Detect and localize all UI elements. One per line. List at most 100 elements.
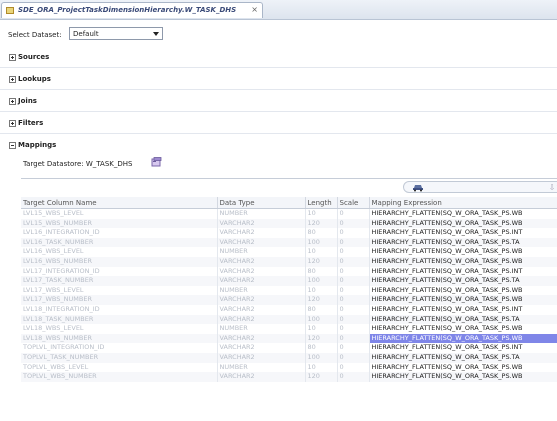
table-row[interactable]: TOPLVL_WBS_LEVEL NUMBER 10 0 HIERARCHY_FLATT… (21, 362, 557, 373)
target-column-name-cell[interactable]: LVL17_WBS_NUMBER (21, 295, 218, 305)
length-cell[interactable]: 100 (305, 352, 338, 363)
scale-cell[interactable]: 0 (337, 228, 370, 238)
data-type-cell[interactable]: NUMBER (217, 285, 306, 296)
close-icon[interactable]: × (251, 5, 258, 14)
mapping-expression-cell[interactable]: HIERARCHY_FLATTEN(SQ_W_ORA_TASK_PS.WB (369, 295, 557, 305)
scale-cell[interactable]: 0 (337, 372, 370, 382)
mapping-expression-cell[interactable]: HIERARCHY_FLATTEN(SQ_W_ORA_TASK_PS.TA (369, 276, 557, 286)
target-column-name-cell[interactable]: LVL15_WBS_NUMBER (21, 218, 218, 229)
move-arrows-icon[interactable]: ⇩⇧ (549, 183, 557, 192)
scale-cell[interactable]: 0 (337, 266, 370, 277)
table-row[interactable]: LVL16_TASK_NUMBER VARCHAR2 100 0 HIERARCHY_F… (21, 237, 557, 248)
length-cell[interactable]: 10 (305, 247, 338, 257)
editor-tab[interactable]: SDE_ORA_ProjectTaskDimensionHierarchy.W_… (1, 2, 263, 18)
column-header-mapping-expression[interactable]: Mapping Expression (369, 197, 557, 209)
scale-cell[interactable]: 0 (337, 256, 370, 267)
scale-cell[interactable]: 0 (337, 237, 370, 248)
scale-cell[interactable]: 0 (337, 324, 370, 334)
car-icon[interactable] (412, 183, 424, 192)
length-cell[interactable]: 120 (305, 333, 338, 344)
data-type-cell[interactable]: VARCHAR2 (217, 237, 306, 248)
length-cell[interactable]: 80 (305, 343, 338, 353)
data-type-cell[interactable]: VARCHAR2 (217, 276, 306, 286)
table-row[interactable]: LVL17_WBS_LEVEL NUMBER 10 0 HIERARCHY_FLATTE… (21, 285, 557, 296)
column-header-length[interactable]: Length (305, 197, 338, 209)
target-column-name-cell[interactable]: LVL18_TASK_NUMBER (21, 314, 218, 325)
scale-cell[interactable]: 0 (337, 285, 370, 296)
scale-cell[interactable]: 0 (337, 295, 370, 305)
target-column-name-cell[interactable]: LVL17_TASK_NUMBER (21, 276, 218, 286)
length-cell[interactable]: 120 (305, 256, 338, 267)
mapping-expression-cell[interactable]: HIERARCHY_FLATTEN(SQ_W_ORA_TASK_PS.WB (369, 333, 557, 344)
length-cell[interactable]: 120 (305, 295, 338, 305)
length-cell[interactable]: 10 (305, 285, 338, 296)
target-column-name-cell[interactable]: LVL16_INTEGRATION_ID (21, 228, 218, 238)
table-row[interactable]: LVL18_WBS_NUMBER VARCHAR2 120 0 HIERARCHY_FL… (21, 333, 557, 344)
length-cell[interactable]: 80 (305, 228, 338, 238)
column-header-target-column-name[interactable]: Target Column Name (21, 197, 218, 209)
table-row[interactable]: TOPLVL_INTEGRATION_ID VARCHAR2 80 0 HIERARCH… (21, 343, 557, 353)
target-column-name-cell[interactable]: LVL16_WBS_NUMBER (21, 256, 218, 267)
scale-cell[interactable]: 0 (337, 304, 370, 315)
length-cell[interactable]: 80 (305, 304, 338, 315)
mapping-expression-cell[interactable]: HIERARCHY_FLATTEN(SQ_W_ORA_TASK_PS.INT (369, 266, 557, 277)
table-row[interactable]: LVL18_TASK_NUMBER VARCHAR2 100 0 HIERARCHY_F… (21, 314, 557, 325)
data-type-cell[interactable]: VARCHAR2 (217, 256, 306, 267)
length-cell[interactable]: 10 (305, 208, 338, 219)
target-column-name-cell[interactable]: LVL18_INTEGRATION_ID (21, 304, 218, 315)
target-column-name-cell[interactable]: LVL16_TASK_NUMBER (21, 237, 218, 248)
target-column-name-cell[interactable]: LVL17_WBS_LEVEL (21, 285, 218, 296)
scale-cell[interactable]: 0 (337, 208, 370, 219)
table-row[interactable]: LVL17_INTEGRATION_ID VARCHAR2 80 0 HIERARCHY… (21, 266, 557, 277)
mapping-expression-cell[interactable]: HIERARCHY_FLATTEN(SQ_W_ORA_TASK_PS.WB (369, 362, 557, 373)
data-type-cell[interactable]: VARCHAR2 (217, 295, 306, 305)
expand-icon[interactable] (9, 76, 16, 83)
mapping-expression-cell[interactable]: HIERARCHY_FLATTEN(SQ_W_ORA_TASK_PS.WB (369, 256, 557, 267)
data-type-cell[interactable]: VARCHAR2 (217, 304, 306, 315)
table-row[interactable]: LVL16_INTEGRATION_ID VARCHAR2 80 0 HIERARCHY… (21, 228, 557, 238)
data-type-cell[interactable]: VARCHAR2 (217, 343, 306, 353)
scale-cell[interactable]: 0 (337, 352, 370, 363)
scale-cell[interactable]: 0 (337, 314, 370, 325)
table-row[interactable]: TOPLVL_WBS_NUMBER VARCHAR2 120 0 HIERARCHY_F… (21, 372, 557, 382)
data-type-cell[interactable]: VARCHAR2 (217, 333, 306, 344)
data-type-cell[interactable]: VARCHAR2 (217, 372, 306, 382)
mapping-expression-cell[interactable]: HIERARCHY_FLATTEN(SQ_W_ORA_TASK_PS.TA (369, 352, 557, 363)
table-row[interactable]: LVL16_WBS_NUMBER VARCHAR2 120 0 HIERARCHY_FL… (21, 256, 557, 267)
data-type-cell[interactable]: NUMBER (217, 208, 306, 219)
length-cell[interactable]: 120 (305, 372, 338, 382)
length-cell[interactable]: 10 (305, 324, 338, 334)
column-header-scale[interactable]: Scale (337, 197, 370, 209)
target-column-name-cell[interactable]: TOPLVL_TASK_NUMBER (21, 352, 218, 363)
table-row[interactable]: LVL17_WBS_NUMBER VARCHAR2 120 0 HIERARCHY_FL… (21, 295, 557, 305)
data-type-cell[interactable]: VARCHAR2 (217, 218, 306, 229)
expand-icon[interactable] (9, 54, 16, 61)
data-type-cell[interactable]: VARCHAR2 (217, 352, 306, 363)
table-row[interactable]: LVL16_WBS_LEVEL NUMBER 10 0 HIERARCHY_FLATTE… (21, 247, 557, 257)
mapping-expression-cell[interactable]: HIERARCHY_FLATTEN(SQ_W_ORA_TASK_PS.INT (369, 304, 557, 315)
scale-cell[interactable]: 0 (337, 362, 370, 373)
scale-cell[interactable]: 0 (337, 218, 370, 229)
table-row[interactable]: LVL17_TASK_NUMBER VARCHAR2 100 0 HIERARCHY_F… (21, 276, 557, 286)
length-cell[interactable]: 10 (305, 362, 338, 373)
data-type-cell[interactable]: VARCHAR2 (217, 266, 306, 277)
mapping-expression-cell[interactable]: HIERARCHY_FLATTEN(SQ_W_ORA_TASK_PS.WB (369, 208, 557, 219)
datastore-icon[interactable] (151, 157, 162, 168)
scale-cell[interactable]: 0 (337, 333, 370, 344)
target-column-name-cell[interactable]: TOPLVL_INTEGRATION_ID (21, 343, 218, 353)
table-row[interactable]: LVL18_WBS_LEVEL NUMBER 10 0 HIERARCHY_FLATTE… (21, 324, 557, 334)
length-cell[interactable]: 80 (305, 266, 338, 277)
data-type-cell[interactable]: NUMBER (217, 362, 306, 373)
mapping-expression-cell[interactable]: HIERARCHY_FLATTEN(SQ_W_ORA_TASK_PS.INT (369, 343, 557, 353)
scale-cell[interactable]: 0 (337, 343, 370, 353)
scale-cell[interactable]: 0 (337, 276, 370, 286)
target-column-name-cell[interactable]: TOPLVL_WBS_LEVEL (21, 362, 218, 373)
mapping-expression-cell[interactable]: HIERARCHY_FLATTEN(SQ_W_ORA_TASK_PS.TA (369, 314, 557, 325)
mapping-expression-cell[interactable]: HIERARCHY_FLATTEN(SQ_W_ORA_TASK_PS.WB (369, 285, 557, 296)
target-column-name-cell[interactable]: TOPLVL_WBS_NUMBER (21, 372, 218, 382)
mapping-expression-cell[interactable]: HIERARCHY_FLATTEN(SQ_W_ORA_TASK_PS.WB (369, 324, 557, 334)
length-cell[interactable]: 100 (305, 276, 338, 286)
data-type-cell[interactable]: NUMBER (217, 324, 306, 334)
mapping-expression-cell[interactable]: HIERARCHY_FLATTEN(SQ_W_ORA_TASK_PS.TA (369, 237, 557, 248)
mapping-expression-cell[interactable]: HIERARCHY_FLATTEN(SQ_W_ORA_TASK_PS.WB (369, 218, 557, 229)
